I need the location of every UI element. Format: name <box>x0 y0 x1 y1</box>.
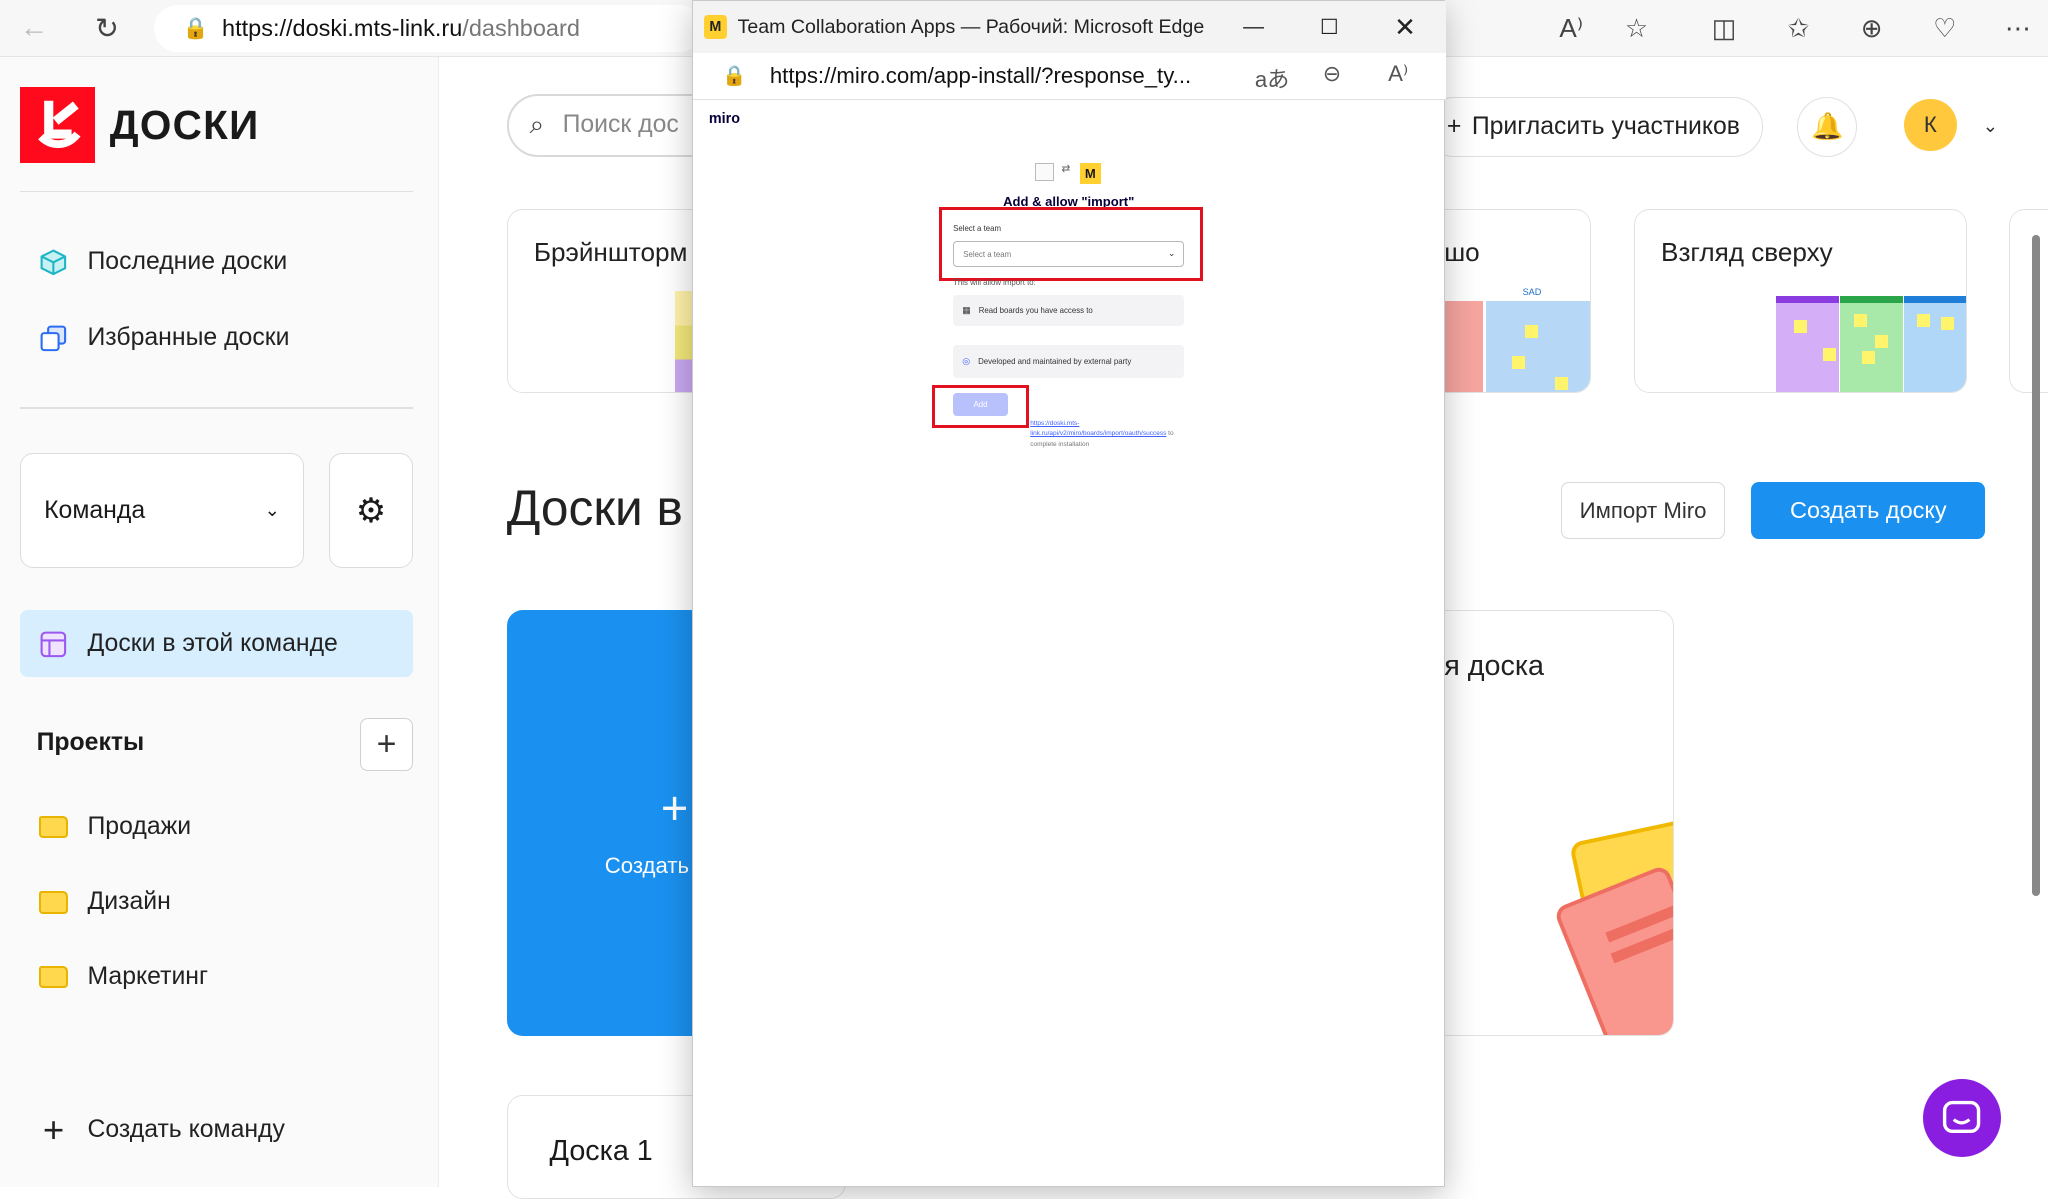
create-team-button[interactable]: + Создать команду <box>37 1104 285 1156</box>
add-button[interactable]: Add <box>953 392 1008 417</box>
divider <box>19 407 413 409</box>
lock-icon: 🔒 <box>721 65 747 88</box>
notifications-button[interactable]: 🔔 <box>1797 96 1858 157</box>
footer-note: https://doski.mts-link.ru/api/v2/miro/bo… <box>1030 419 1174 448</box>
template-card[interactable]: Брэйншторм <box>506 208 716 394</box>
bell-icon: 🔔 <box>1810 111 1844 142</box>
sidebar: ДОСКИ Последние доски Избранные доски Ко… <box>0 57 439 1188</box>
address-bar[interactable]: 🔒 https://doski.mts-link.ru/dashboard <box>154 5 703 53</box>
sidebar-item-recent[interactable]: Последние доски <box>37 236 287 288</box>
invite-members-button[interactable]: + Пригласить участников <box>1423 96 1764 157</box>
translate-icon[interactable]: aあ <box>1255 62 1290 94</box>
add-user-icon: + <box>1446 112 1462 140</box>
team-select[interactable]: Команда ⌄ <box>19 453 305 569</box>
chevron-down-icon: ⌄ <box>264 498 280 520</box>
user-circle-icon: ◎ <box>962 355 971 366</box>
back-icon[interactable]: ← <box>13 8 55 50</box>
brand: miro <box>708 110 741 127</box>
logo-text: ДОСКИ <box>109 101 260 148</box>
browser-essentials-icon[interactable]: ♡ <box>1925 9 1964 48</box>
board-icon <box>37 630 71 659</box>
read-aloud-icon[interactable]: A⁾ <box>1552 9 1591 48</box>
scrollbar-thumb[interactable] <box>2032 235 2041 896</box>
folder-icon <box>37 812 71 841</box>
sticky-notes-illustration <box>1556 820 1674 1035</box>
sidebar-item-team-boards-label[interactable]: Доски в этой команде <box>37 618 338 670</box>
minimize-icon[interactable]: — <box>1216 1 1292 53</box>
maximize-icon[interactable]: ☐ <box>1291 1 1367 53</box>
project-item[interactable]: Продажи <box>37 801 191 853</box>
page-title: Доски в <box>506 480 683 537</box>
chat-icon <box>1943 1100 1981 1133</box>
select-team-label: Select a team <box>953 224 1001 234</box>
template-card[interactable]: Взгляд сверху <box>1633 208 1967 394</box>
chevron-down-icon: ⌄ <box>1167 247 1176 258</box>
projects-title: Проекты <box>36 728 145 756</box>
grid-icon: ▦ <box>962 305 971 316</box>
sidebar-item-favorites[interactable]: Избранные доски <box>37 312 289 364</box>
refresh-icon[interactable]: ↻ <box>86 8 128 50</box>
gear-icon: ⚙ <box>355 491 387 530</box>
divider <box>19 190 413 192</box>
read-aloud-icon[interactable]: A⁾ <box>1388 61 1408 87</box>
folder-icon <box>37 888 71 917</box>
close-icon[interactable]: ✕ <box>1367 1 1443 53</box>
footer-link[interactable]: https://doski.mts-link.ru/api/v2/miro/bo… <box>1030 420 1166 437</box>
split-screen-icon[interactable]: ◫ <box>1704 9 1743 48</box>
zoom-out-icon[interactable]: ⊖ <box>1323 61 1342 87</box>
app-icon <box>1035 162 1054 182</box>
project-item[interactable]: Маркетинг <box>37 951 208 1003</box>
chevron-down-icon[interactable]: ⌄ <box>1983 115 1998 137</box>
collections-icon[interactable]: ⊕ <box>1852 9 1891 48</box>
more-menu-icon[interactable]: ⋯ <box>1998 9 2037 48</box>
project-item[interactable]: Дизайн <box>37 876 171 928</box>
miro-logo-icon: M <box>703 15 728 39</box>
search-icon: ⌕ <box>529 109 545 140</box>
folder-icon <box>37 963 71 992</box>
permission-item: ◎ Developed and maintained by external p… <box>953 344 1185 379</box>
permission-item: ▦ Read boards you have access to <box>953 294 1185 327</box>
popup-address-bar[interactable]: 🔒 https://miro.com/app-install/?response… <box>693 53 1446 101</box>
template-preview <box>1775 296 1966 393</box>
plus-icon: + <box>376 724 397 763</box>
team-select[interactable]: Select a team ⌄ <box>953 241 1185 268</box>
chat-button[interactable] <box>1922 1078 2001 1158</box>
popup-window: M Team Collaboration Apps — Рабочий: Mic… <box>692 0 1446 1188</box>
allow-label: This will allow import to: <box>953 277 1036 287</box>
logo-icon[interactable] <box>19 87 96 164</box>
plus-icon: + <box>660 780 689 834</box>
copy-boards-icon <box>37 324 71 353</box>
avatar[interactable]: К <box>1904 99 1957 152</box>
lock-icon: 🔒 <box>182 16 209 40</box>
cube-icon <box>37 248 71 277</box>
add-project-button[interactable]: + <box>360 718 413 771</box>
create-board-button[interactable]: Создать доску <box>1751 481 1986 540</box>
plus-icon: + <box>42 1108 65 1150</box>
template-preview: SAD <box>1444 287 1590 393</box>
favorite-star-icon[interactable]: ☆ <box>1617 9 1656 48</box>
exchange-icon: ⇄ <box>1061 163 1071 175</box>
favorites-icon[interactable]: ✩ <box>1779 9 1818 48</box>
import-miro-button[interactable]: Импорт Miro <box>1560 481 1726 540</box>
team-settings-button[interactable]: ⚙ <box>329 453 413 569</box>
miro-logo-icon: M <box>1079 162 1101 184</box>
